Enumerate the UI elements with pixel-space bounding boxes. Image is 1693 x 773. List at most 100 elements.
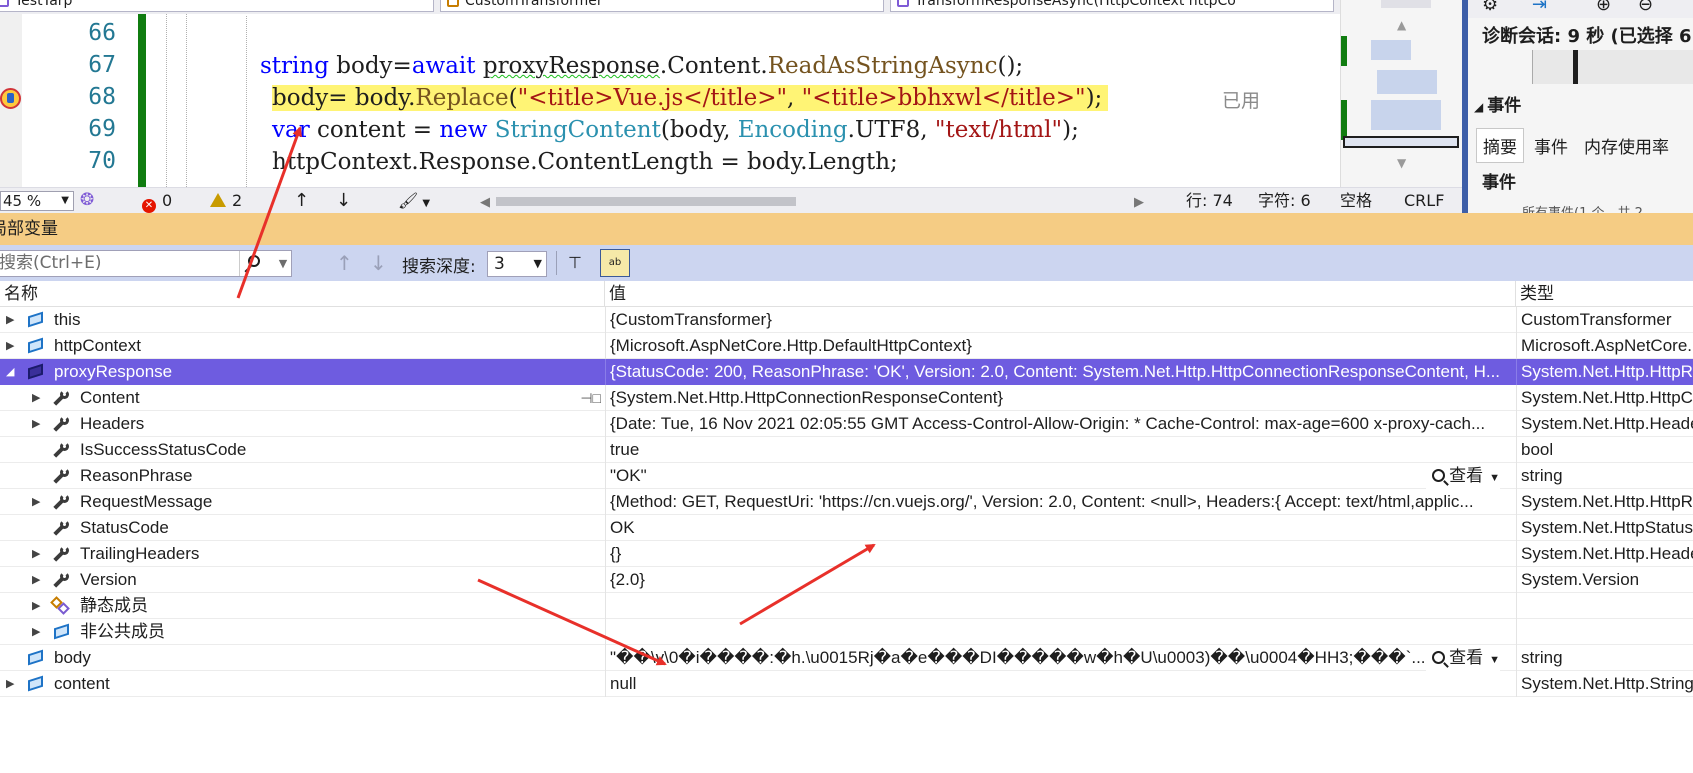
scroll-up-icon[interactable]: ▲ <box>1397 18 1406 32</box>
locals-row-statuscode[interactable]: StatusCode OK System.Net.HttpStatusCode <box>0 515 1693 541</box>
horizontal-scroll-thumb[interactable] <box>496 197 796 206</box>
row-value[interactable]: {Method: GET, RequestUri: 'https://cn.vu… <box>605 489 1516 515</box>
expand-arrow-icon[interactable]: ▶ <box>32 385 44 411</box>
tab-summary[interactable]: 摘要 <box>1476 128 1524 163</box>
breakpoint-current-statement-icon[interactable] <box>0 88 21 109</box>
diagnostic-session-label: 诊断会话: 9 秒 (已选择 6. <box>1482 26 1693 47</box>
chevron-down-icon[interactable]: ▼ <box>1489 472 1500 484</box>
warning-count[interactable]: 2 <box>210 188 242 213</box>
row-value[interactable]: {Microsoft.AspNetCore.Http.DefaultHttpCo… <box>605 333 1516 359</box>
search-next-icon[interactable]: ↓ <box>370 251 387 275</box>
row-value[interactable]: {} <box>605 541 1516 567</box>
row-value[interactable]: {StatusCode: 200, ReasonPhrase: 'OK', Ve… <box>605 359 1516 385</box>
scroll-right-icon[interactable]: ▶ <box>1134 190 1144 215</box>
view-as-text-icon[interactable]: ab <box>600 249 630 277</box>
row-value[interactable]: null <box>605 671 1516 697</box>
gear-icon[interactable]: ⚙ <box>1482 0 1498 15</box>
collapse-arrow-icon[interactable]: ◢ <box>6 359 18 385</box>
locals-row-proxyresponse[interactable]: ◢ proxyResponse {StatusCode: 200, Reason… <box>0 359 1693 385</box>
char-indicator[interactable]: 字符: 6 <box>1258 188 1311 213</box>
error-count[interactable]: ✕ 0 <box>142 188 172 213</box>
row-value[interactable]: OK <box>605 515 1516 541</box>
locals-row-content[interactable]: ▶ content null System.Net.Http.StringCon… <box>0 671 1693 697</box>
row-name: RequestMessage <box>80 492 213 511</box>
column-header-name[interactable]: 名称 <box>0 281 605 307</box>
copilot-icon[interactable]: ❂ <box>80 188 94 213</box>
row-value[interactable]: {Date: Tue, 16 Nov 2021 02:05:55 GMT Acc… <box>605 411 1516 437</box>
minimap-viewport[interactable] <box>1343 136 1459 148</box>
row-value-cell[interactable]: "OK" 查看 ▼ <box>605 463 1516 489</box>
whitespace-indicator[interactable]: 空格 <box>1340 188 1372 213</box>
locals-row-static-members[interactable]: ▶ 静态成员 <box>0 593 1693 619</box>
member-dropdown[interactable]: TransformResponseAsync(HttpContext httpC… <box>890 0 1334 12</box>
code-text[interactable]: string body=await proxyResponse.Content.… <box>260 14 1260 187</box>
code-line-68-current[interactable]: body= body.Replace("<title>Vue.js</title… <box>272 82 1109 114</box>
arrow-down-icon[interactable]: ↓ <box>336 188 351 213</box>
expand-arrow-icon[interactable]: ▶ <box>32 593 44 619</box>
search-options-dropdown[interactable]: ▼ <box>275 251 291 276</box>
row-type <box>1516 593 1693 619</box>
locals-window-title[interactable]: 局部变量 <box>0 213 1693 245</box>
text-visualizer-button[interactable]: 查看 ▼ <box>1426 463 1500 489</box>
locals-row-this[interactable]: ▶ this {CustomTransformer} CustomTransfo… <box>0 307 1693 333</box>
locals-row-headers[interactable]: ▶ Headers {Date: Tue, 16 Nov 2021 02:05:… <box>0 411 1693 437</box>
locals-row-reasonphrase[interactable]: ReasonPhrase "OK" 查看 ▼ string <box>0 463 1693 489</box>
locals-row-httpcontext[interactable]: ▶ httpContext {Microsoft.AspNetCore.Http… <box>0 333 1693 359</box>
expand-arrow-icon[interactable]: ▶ <box>6 333 18 359</box>
column-header-value[interactable]: 值 <box>605 281 1516 307</box>
column-header-type[interactable]: 类型 <box>1516 281 1693 307</box>
expand-arrow-icon[interactable]: ▶ <box>6 671 18 697</box>
row-value[interactable]: true <box>605 437 1516 463</box>
expand-arrow-icon[interactable]: ▶ <box>6 307 18 333</box>
code-line-69[interactable]: var content = new StringContent(body, En… <box>272 114 1079 146</box>
locals-row-version[interactable]: ▶ Version {2.0} System.Version <box>0 567 1693 593</box>
row-name: StatusCode <box>80 518 169 537</box>
expand-arrow-icon[interactable]: ▶ <box>32 541 44 567</box>
line-indicator[interactable]: 行: 74 <box>1186 188 1233 213</box>
tab-memory-usage[interactable]: 内存使用率 <box>1578 129 1675 162</box>
row-value[interactable]: {System.Net.Http.HttpConnectionResponseC… <box>605 385 1516 411</box>
tab-events[interactable]: 事件 <box>1528 129 1574 162</box>
scroll-down-icon[interactable]: ▼ <box>1397 156 1406 170</box>
locals-row-nonpublic-members[interactable]: ▶ 非公共成员 <box>0 619 1693 645</box>
locals-grid[interactable]: 名称 值 类型 ▶ this {CustomTransformer} Custo… <box>0 281 1693 773</box>
row-value-cell[interactable]: "��\v\0�i����:�h.\u0015Rj�a�e���DI�����w… <box>605 645 1516 671</box>
glyph-margin[interactable] <box>0 14 22 187</box>
line-ending-indicator[interactable]: CRLF <box>1404 188 1444 213</box>
arrow-up-icon[interactable]: ↑ <box>294 188 309 213</box>
project-dropdown[interactable]: TestYarp <box>0 0 434 12</box>
expand-arrow-icon[interactable]: ▶ <box>32 619 44 645</box>
zoom-dropdown[interactable]: 45 % ▼ <box>0 191 74 211</box>
locals-row-trailingheaders[interactable]: ▶ TrailingHeaders {} System.Net.Http.Hea… <box>0 541 1693 567</box>
pin-icon[interactable]: ⊣□ <box>580 385 601 411</box>
locals-row-body[interactable]: body "��\v\0�i����:�h.\u0015Rj�a�e���DI�… <box>0 645 1693 671</box>
export-icon[interactable]: ⇥ <box>1532 0 1547 15</box>
locals-row-content-property[interactable]: ▶ Content ⊣□ {System.Net.Http.HttpConnec… <box>0 385 1693 411</box>
class-dropdown[interactable]: CustomTransformer <box>440 0 884 12</box>
expand-arrow-icon[interactable]: ▶ <box>32 411 44 437</box>
code-editor[interactable]: 66 67 68 69 70 string body=await proxyRe… <box>0 14 1340 187</box>
code-cleanup-icon[interactable]: 🖌 ▼ <box>398 188 430 216</box>
expand-arrow-icon[interactable]: ▶ <box>32 489 44 515</box>
zoom-in-icon[interactable]: ⊕ <box>1596 0 1611 15</box>
scrollbar-minimap[interactable]: ▲ ▼ <box>1340 0 1462 187</box>
locals-row-requestmessage[interactable]: ▶ RequestMessage {Method: GET, RequestUr… <box>0 489 1693 515</box>
row-value[interactable]: {CustomTransformer} <box>605 307 1516 333</box>
row-value[interactable]: {2.0} <box>605 567 1516 593</box>
search-previous-icon[interactable]: ↑ <box>336 251 353 275</box>
zoom-out-icon[interactable]: ⊖ <box>1638 0 1653 15</box>
code-line-70[interactable]: httpContext.Response.ContentLength = bod… <box>272 146 898 178</box>
search-depth-dropdown[interactable]: 3 ▼ <box>487 251 547 277</box>
chevron-down-icon[interactable]: ▼ <box>1489 654 1500 666</box>
locals-search-input[interactable]: 搜索(Ctrl+E) ▼ <box>0 250 292 277</box>
pin-column-icon[interactable]: ⊤ <box>568 253 588 273</box>
horizontal-scrollbar[interactable]: ◀ ▶ <box>480 194 1144 210</box>
expand-arrow-icon[interactable]: ▶ <box>32 567 44 593</box>
timeline-ruler[interactable] <box>1532 50 1693 84</box>
code-line-67[interactable]: string body=await proxyResponse.Content.… <box>260 50 1023 82</box>
search-button[interactable] <box>239 251 269 276</box>
scroll-left-icon[interactable]: ◀ <box>480 190 490 215</box>
locals-row-issuccessstatuscode[interactable]: IsSuccessStatusCode true bool <box>0 437 1693 463</box>
events-section-header[interactable]: ◢ 事件 <box>1474 91 1521 116</box>
text-visualizer-button[interactable]: 查看 ▼ <box>1426 645 1500 671</box>
